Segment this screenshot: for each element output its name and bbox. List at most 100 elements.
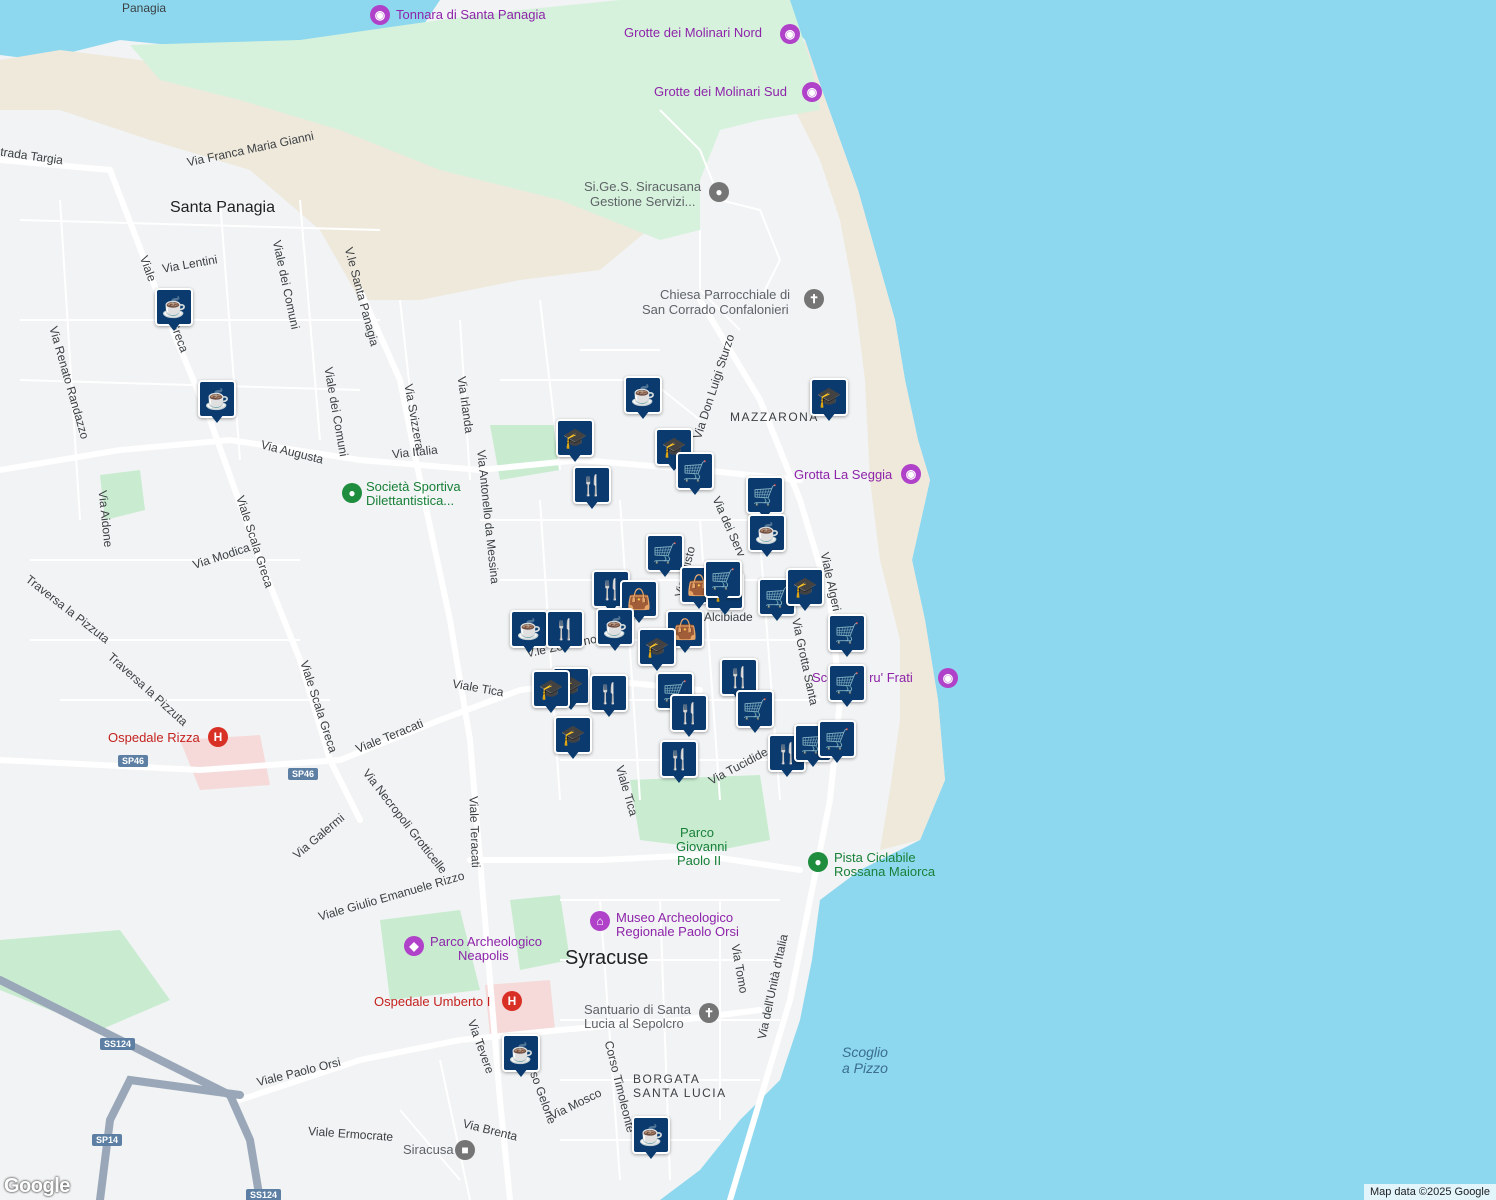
google-logo: Google bbox=[4, 1175, 70, 1197]
marker-pointer bbox=[840, 648, 854, 657]
place-marker[interactable]: 🍴 bbox=[546, 610, 584, 656]
place-marker[interactable]: ☕ bbox=[596, 608, 634, 654]
camera-icon[interactable]: ◉ bbox=[802, 82, 822, 102]
marker-pointer bbox=[688, 486, 702, 495]
road-shield-sp14: SP14 bbox=[92, 1134, 123, 1146]
poi-neapolis-line2[interactable]: Neapolis bbox=[458, 948, 509, 964]
poi-sigess-line1[interactable]: Si.Ge.S. Siracusana bbox=[584, 179, 701, 195]
place-marker[interactable]: 🛒 bbox=[704, 560, 742, 606]
marker-pointer bbox=[682, 728, 696, 737]
poi-tonnara[interactable]: Tonnara di Santa Panagia bbox=[396, 7, 546, 23]
camera-icon[interactable]: ◉ bbox=[938, 668, 958, 688]
cafe-icon: ☕ bbox=[198, 380, 236, 418]
place-marker[interactable]: ☕ bbox=[624, 376, 662, 422]
marker-pointer bbox=[558, 644, 572, 653]
monument-icon[interactable]: ◆ bbox=[404, 936, 424, 956]
place-label-syracuse: Syracuse bbox=[565, 947, 649, 969]
place-marker[interactable]: 🍴 bbox=[573, 466, 611, 512]
place-marker[interactable]: ☕ bbox=[155, 288, 193, 334]
poi-pista-line2[interactable]: Rossana Maiorca bbox=[834, 864, 935, 880]
restaurant-icon: 🍴 bbox=[590, 674, 628, 712]
marker-pointer bbox=[210, 414, 224, 423]
road-shield-sp46: SP46 bbox=[118, 755, 149, 767]
road-shield-ss124: SS124 bbox=[246, 1189, 282, 1200]
cafe-icon: ☕ bbox=[624, 376, 662, 414]
sports-icon[interactable]: ● bbox=[342, 483, 362, 503]
place-label-santa-lucia: SANTA LUCIA bbox=[633, 1086, 727, 1100]
marker-pointer bbox=[636, 410, 650, 419]
place-marker[interactable]: 🛒 bbox=[646, 534, 684, 580]
school-icon: 🎓 bbox=[556, 419, 594, 457]
marker-pointer bbox=[522, 644, 536, 653]
map-attribution[interactable]: Map data ©2025 Google bbox=[1363, 1184, 1496, 1200]
shopping-cart-icon: 🛒 bbox=[828, 614, 866, 652]
place-marker[interactable]: 🎓 bbox=[554, 716, 592, 762]
place-marker[interactable]: 🍴 bbox=[660, 740, 698, 786]
poi-santuario-line2[interactable]: Lucia al Sepolcro bbox=[584, 1016, 684, 1032]
place-marker[interactable]: 🛒 bbox=[736, 690, 774, 736]
shopping-cart-icon: 🛒 bbox=[704, 560, 742, 598]
poi-grotta-seggia[interactable]: Grotta La Seggia bbox=[794, 467, 892, 483]
place-marker[interactable]: ☕ bbox=[198, 380, 236, 426]
poi-sigess-line2[interactable]: Gestione Servizi... bbox=[590, 194, 696, 210]
marker-pointer bbox=[644, 1150, 658, 1159]
place-marker[interactable]: 🛒 bbox=[828, 664, 866, 710]
place-label-panagia: Panagia bbox=[122, 1, 167, 15]
museum-icon[interactable]: ⌂ bbox=[590, 911, 610, 931]
poi-molinari-sud[interactable]: Grotte dei Molinari Sud bbox=[654, 84, 787, 100]
camera-icon[interactable]: ◉ bbox=[780, 24, 800, 44]
marker-pointer bbox=[544, 704, 558, 713]
cafe-icon: ☕ bbox=[632, 1116, 670, 1154]
poi-parco-gp-line3[interactable]: Paolo II bbox=[677, 853, 721, 869]
camera-icon[interactable]: ◉ bbox=[370, 5, 390, 25]
poi-umberto[interactable]: Ospedale Umberto I bbox=[374, 994, 490, 1010]
marker-pointer bbox=[748, 724, 762, 733]
place-marker[interactable]: 🛒 bbox=[818, 720, 856, 766]
poi-museo-line2[interactable]: Regionale Paolo Orsi bbox=[616, 924, 739, 940]
place-marker[interactable]: 🎓 bbox=[532, 670, 570, 716]
hospital-icon[interactable]: H bbox=[502, 991, 522, 1011]
place-marker[interactable]: 🍴 bbox=[590, 674, 628, 720]
cafe-icon: ☕ bbox=[155, 288, 193, 326]
camera-icon[interactable]: ◉ bbox=[901, 464, 921, 484]
marker-pointer bbox=[608, 642, 622, 651]
place-marker[interactable]: 🎓 bbox=[556, 419, 594, 465]
poi-molinari-nord[interactable]: Grotte dei Molinari Nord bbox=[624, 25, 762, 41]
restaurant-icon: 🍴 bbox=[546, 610, 584, 648]
church-icon[interactable]: ✝ bbox=[804, 289, 824, 309]
map-canvas[interactable]: Santa Panagia Syracuse MAZZARONA BORGATA… bbox=[0, 0, 1496, 1200]
place-marker[interactable]: ☕ bbox=[510, 610, 548, 656]
marker-pointer bbox=[632, 614, 646, 623]
school-icon: 🎓 bbox=[554, 716, 592, 754]
marker-pointer bbox=[568, 453, 582, 462]
place-marker[interactable]: 🛒 bbox=[676, 452, 714, 498]
poi-chiesa-line2[interactable]: San Corrado Confalonieri bbox=[642, 302, 789, 318]
place-marker[interactable]: ☕ bbox=[632, 1116, 670, 1162]
marker-pointer bbox=[514, 1068, 528, 1077]
place-marker[interactable]: 🛒 bbox=[828, 614, 866, 660]
marker-pointer bbox=[658, 568, 672, 577]
place-marker[interactable]: ☕ bbox=[502, 1034, 540, 1080]
marker-pointer bbox=[780, 768, 794, 777]
place-marker[interactable]: 🎓 bbox=[810, 378, 848, 424]
church-icon[interactable]: ✝ bbox=[699, 1003, 719, 1023]
poi-societa-line2[interactable]: Dilettantistica... bbox=[366, 493, 454, 509]
poi-rizza[interactable]: Ospedale Rizza bbox=[108, 730, 200, 746]
poi-stazione[interactable]: Siracusa bbox=[403, 1142, 454, 1158]
park-icon[interactable]: ● bbox=[808, 852, 828, 872]
road-shield-ss124: SS124 bbox=[100, 1038, 136, 1050]
hospital-icon[interactable]: H bbox=[208, 727, 228, 747]
shopping-cart-icon: 🛒 bbox=[828, 664, 866, 702]
poi-chiesa-line1[interactable]: Chiesa Parrocchiale di bbox=[660, 287, 790, 303]
restaurant-icon: 🍴 bbox=[573, 466, 611, 504]
marker-pointer bbox=[650, 662, 664, 671]
place-marker[interactable]: 🎓 bbox=[786, 568, 824, 614]
place-marker[interactable]: ☕ bbox=[748, 514, 786, 560]
place-marker[interactable]: 🍴 bbox=[670, 694, 708, 740]
marker-pointer bbox=[770, 612, 784, 621]
train-icon[interactable]: ■ bbox=[455, 1140, 475, 1160]
place-marker[interactable]: 🎓 bbox=[638, 628, 676, 674]
marker-pointer bbox=[672, 774, 686, 783]
road-shield-sp46: SP46 bbox=[288, 768, 319, 780]
service-icon[interactable]: ● bbox=[709, 182, 729, 202]
